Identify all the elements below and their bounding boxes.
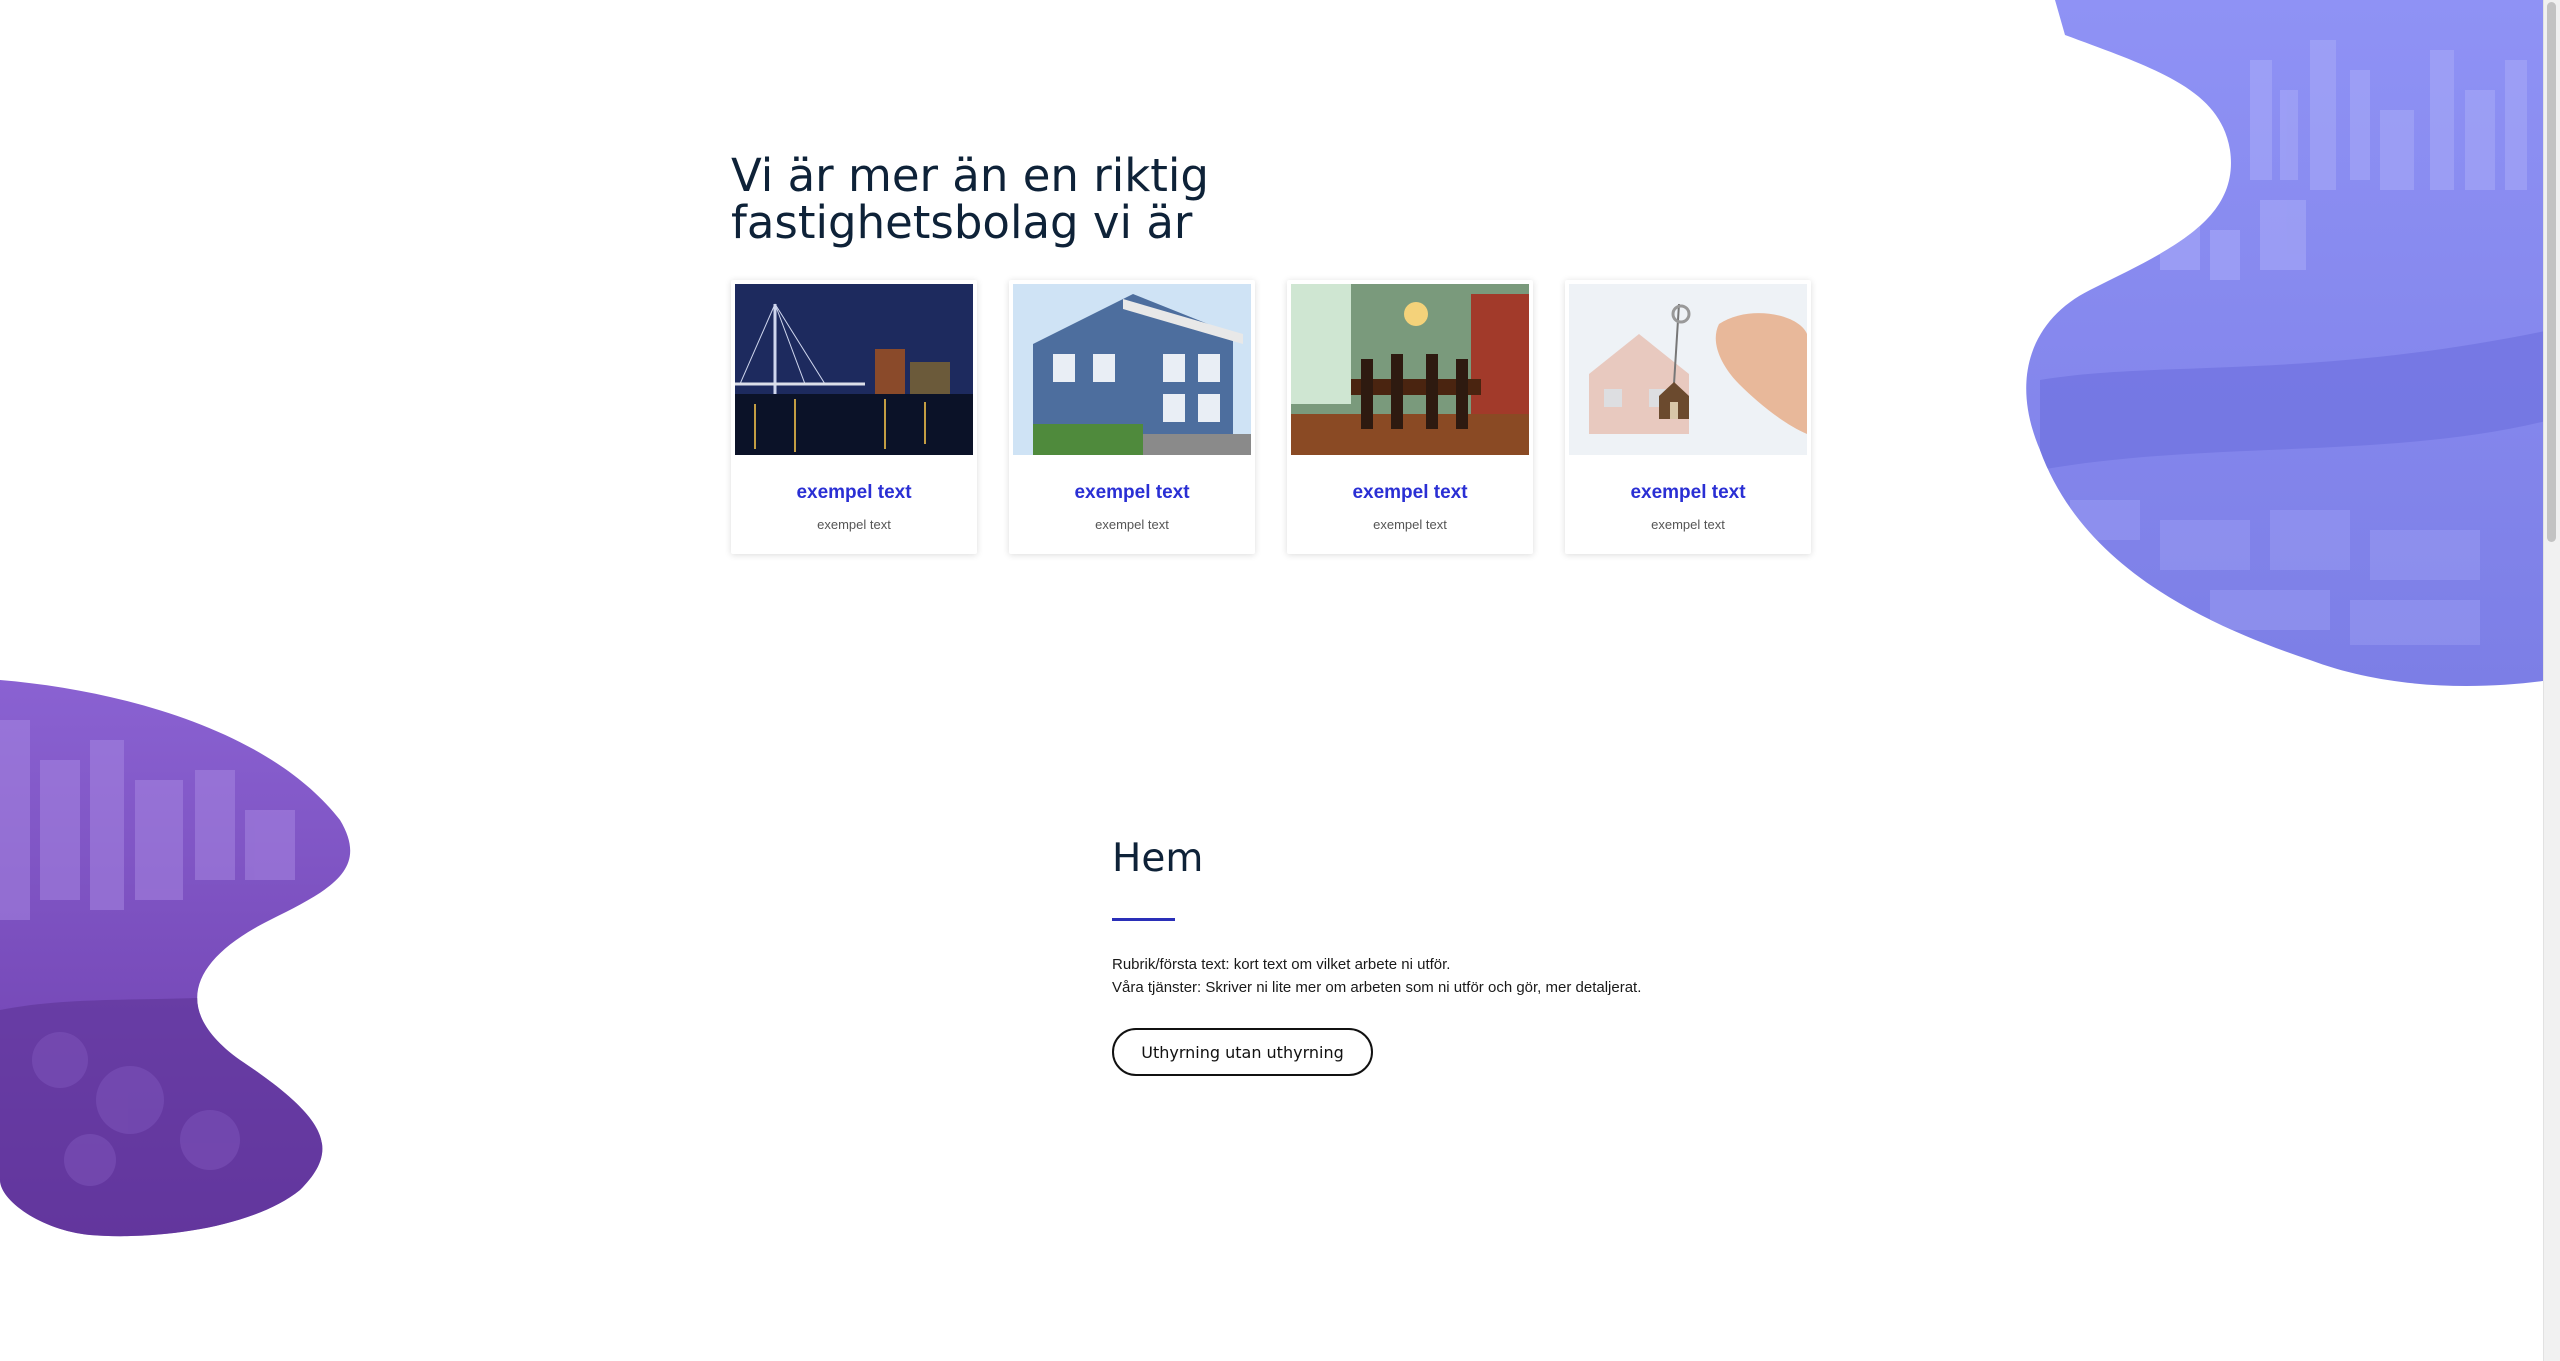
- blue-house-photo: [1013, 284, 1251, 455]
- feature-card[interactable]: exempel text exempel text: [1009, 280, 1255, 554]
- house-keys-photo: [1569, 284, 1807, 455]
- about-paragraph: Rubrik/första text: kort text om vilket …: [1112, 953, 1812, 999]
- card-title: exempel text: [1074, 482, 1190, 503]
- feature-card[interactable]: exempel text exempel text: [1565, 280, 1811, 554]
- feature-cards: exempel text exempel text exempel text e…: [731, 280, 1811, 554]
- city-blob-top-right-image: [2026, 0, 2550, 686]
- rental-button[interactable]: Uthyrning utan uthyrning: [1112, 1028, 1373, 1076]
- card-title: exempel text: [1630, 482, 1746, 503]
- heading-divider: [1112, 918, 1175, 921]
- hero-headline: Vi är mer än en riktig fastighetsbolag v…: [731, 149, 1209, 249]
- page-scrollbar[interactable]: [2543, 0, 2560, 1361]
- dining-room-photo: [1291, 284, 1529, 455]
- card-title: exempel text: [796, 482, 912, 503]
- feature-card[interactable]: exempel text exempel text: [1287, 280, 1533, 554]
- card-subtitle: exempel text: [1373, 517, 1447, 532]
- about-line-2: Våra tjänster: Skriver ni lite mer om ar…: [1112, 979, 1642, 996]
- card-title: exempel text: [1352, 482, 1468, 503]
- bridge-night-photo: [735, 284, 973, 455]
- scrollbar-thumb[interactable]: [2547, 2, 2556, 542]
- card-subtitle: exempel text: [817, 517, 891, 532]
- card-subtitle: exempel text: [1095, 517, 1169, 532]
- feature-card[interactable]: exempel text exempel text: [731, 280, 977, 554]
- card-subtitle: exempel text: [1651, 517, 1725, 532]
- section-heading: Hem: [1112, 836, 1204, 881]
- city-blob-left-image: [0, 680, 351, 1237]
- about-line-1: Rubrik/första text: kort text om vilket …: [1112, 956, 1451, 973]
